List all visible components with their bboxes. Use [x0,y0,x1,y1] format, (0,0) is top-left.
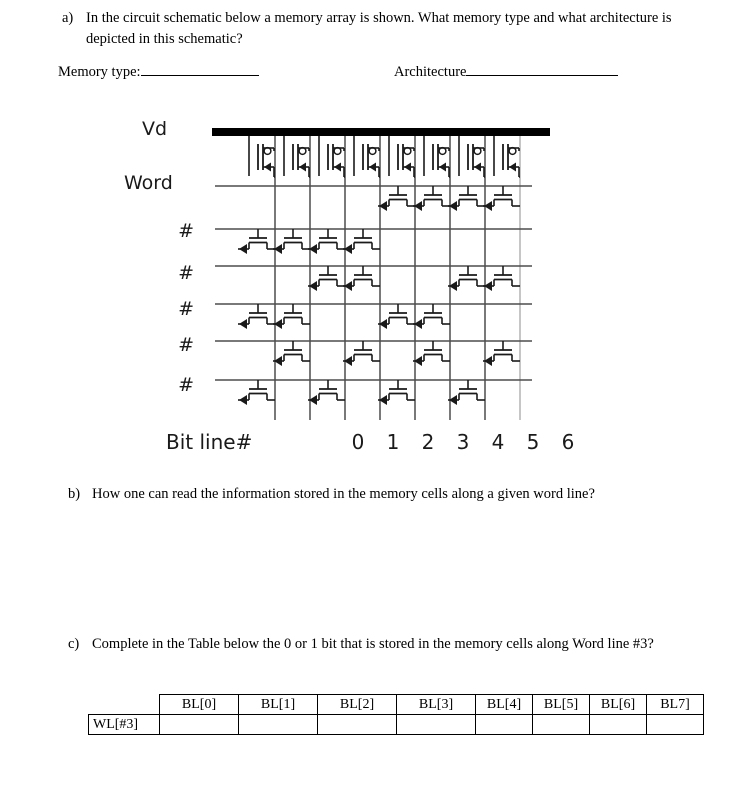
answer-table-row-label: WL[#3] [88,714,160,735]
answer-table-header-BL[2]: BL[2] [317,694,397,715]
answer-table-container: BL[0] BL[1] BL[2] BL[3] BL[4] BL[5] BL[6] BL7] W… [88,694,704,735]
pmos-pullup [423,136,450,178]
pmos-pullup [283,136,310,178]
question-b-marker: b) [68,486,81,502]
bitline-number-0: 0 [351,430,365,454]
nmos-memory-cell [483,266,520,291]
answer-cell-BL[3][interactable] [396,714,476,735]
memory-type-field[interactable]: Memory type: [58,62,259,81]
architecture-label: Architecture [394,64,467,80]
bitline-number-3: 3 [456,430,470,454]
answer-table-header-BL[1]: BL[1] [238,694,318,715]
memory-type-blank[interactable] [140,62,259,76]
bitline-number-6: 6 [561,430,575,454]
nmos-memory-cell [448,266,485,291]
answer-cell-BL7][interactable] [646,714,704,735]
bitline-number-5: 5 [526,430,540,454]
nmos-memory-cell [308,380,345,405]
answer-table-corner-cell [88,694,160,715]
nmos-memory-cell [238,380,275,405]
bitline-caption: Bit line# [166,430,253,454]
nmos-memory-cell [273,229,310,254]
pmos-pullup [458,136,485,178]
nmos-memory-cell [413,341,450,366]
nmos-memory-cell [273,341,310,366]
bitline-number-4: 4 [491,430,505,454]
memory-type-label: Memory type: [58,64,141,80]
architecture-blank[interactable] [466,62,619,76]
answer-cell-BL[5][interactable] [532,714,590,735]
pmos-pullup [248,136,275,178]
nmos-memory-cell [378,380,415,405]
answer-cell-BL[1][interactable] [238,714,318,735]
architecture-field[interactable]: Architecture [394,62,619,81]
answer-table: BL[0] BL[1] BL[2] BL[3] BL[4] BL[5] BL[6] BL7] W… [88,694,704,735]
nmos-memory-cell [413,304,450,329]
nmos-memory-cell [413,186,450,211]
answer-cell-BL[0][interactable] [159,714,239,735]
pmos-pullup [388,136,415,178]
answer-table-header-BL[3]: BL[3] [396,694,476,715]
answer-table-header-BL7]: BL7] [646,694,704,715]
nmos-memory-cell [378,186,415,211]
nmos-memory-cell [343,341,380,366]
memory-array-schematic: Vd Word # # # # # Bit line# 0123456 [120,112,574,460]
question-b-text: How one can read the information stored … [92,486,595,502]
nmos-memory-cell [378,304,415,329]
nmos-memory-cell [238,229,275,254]
nmos-memory-cell [483,341,520,366]
pmos-pullup [318,136,345,178]
question-c-text: Complete in the Table below the 0 or 1 b… [92,636,654,652]
nmos-memory-cell [273,304,310,329]
nmos-memory-cell [483,186,520,211]
schematic-circuit-drawing [212,128,550,420]
pmos-pullup [353,136,380,178]
answer-table-header-BL[0]: BL[0] [159,694,239,715]
answer-table-row: WL[#3] [88,714,704,735]
nmos-memory-cell [308,266,345,291]
answer-cell-BL[6][interactable] [589,714,647,735]
question-a-marker: a) [62,10,74,26]
question-b: b) How one can read the information stor… [68,484,688,505]
question-c: c) Complete in the Table below the 0 or … [68,634,678,655]
fill-in-row: Memory type: Architecture [58,62,698,84]
answer-table-header-row: BL[0] BL[1] BL[2] BL[3] BL[4] BL[5] BL[6] BL7] [88,694,704,715]
bitline-axis: Bit line# 0123456 [166,430,586,460]
nmos-memory-cell [343,229,380,254]
question-a: a) In the circuit schematic below a memo… [62,8,682,49]
nmos-memory-cell [448,380,485,405]
question-a-text: In the circuit schematic below a memory … [86,10,672,47]
bitline-number-2: 2 [421,430,435,454]
answer-table-header-BL[4]: BL[4] [475,694,533,715]
nmos-memory-cell [308,229,345,254]
answer-cell-BL[4][interactable] [475,714,533,735]
nmos-memory-cell [343,266,380,291]
pmos-pullup [493,136,520,178]
answer-table-header-BL[6]: BL[6] [589,694,647,715]
bitline-number-1: 1 [386,430,400,454]
nmos-memory-cell [448,186,485,211]
answer-table-header-BL[5]: BL[5] [532,694,590,715]
answer-cell-BL[2][interactable] [317,714,397,735]
nmos-memory-cell [238,304,275,329]
question-c-marker: c) [68,636,80,652]
